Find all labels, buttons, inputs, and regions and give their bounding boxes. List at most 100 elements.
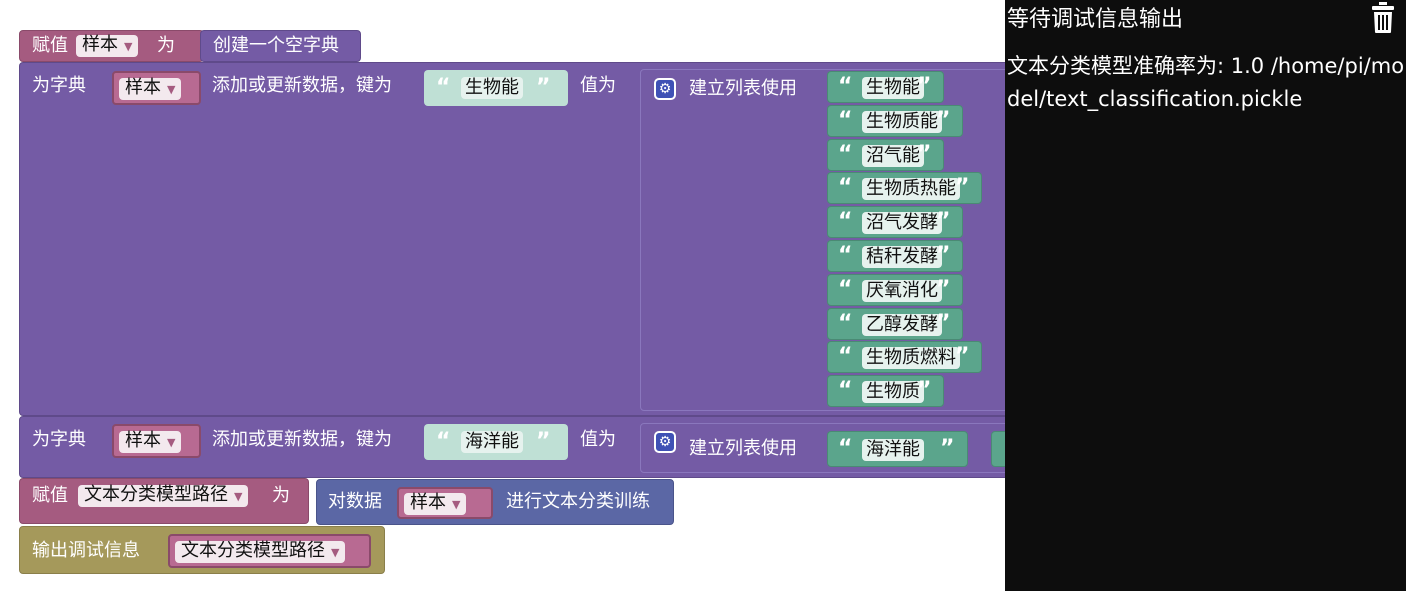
quote-close-icon: ” [936, 311, 951, 336]
gear-icon[interactable]: ⚙ [654, 431, 676, 453]
list-item-text-field[interactable]: 沼气发酵 [862, 212, 942, 234]
list-item-text-field[interactable]: 生物能 [862, 77, 924, 99]
list-item-text-field[interactable]: 海洋能 [862, 439, 924, 461]
list-item-text-field[interactable]: 生物质 [862, 381, 924, 403]
train-data-dropdown[interactable]: 样本 ▼ [397, 487, 493, 519]
quote-close-icon: ” [936, 108, 951, 133]
dict-variable-dropdown[interactable]: 样本 ▼ [112, 424, 201, 458]
dict-variable-dropdown[interactable]: 样本 ▼ [112, 71, 201, 105]
quote-open-icon: “ [436, 429, 451, 454]
quote-close-icon: ” [536, 429, 551, 454]
list-item-text-field[interactable]: 秸秆发酵 [862, 246, 942, 268]
dropdown-arrow-icon: ▼ [124, 40, 133, 53]
key-text-field[interactable]: 生物能 [461, 77, 523, 99]
list-item-text-field[interactable]: 生物质燃料 [862, 347, 960, 369]
quote-open-icon: “ [838, 436, 853, 461]
blockly-workspace[interactable]: 赋值 样本 ▼ 为 创建一个空字典 为字典 样本 ▼ 添加或更新数据，键为 “ 生物… [0, 0, 1005, 591]
quote-close-icon: ” [955, 344, 970, 369]
key-text-field[interactable]: 海洋能 [461, 431, 523, 453]
dict-prefix-label: 为字典 [32, 429, 86, 450]
dict-variable-name: 样本 [125, 77, 161, 98]
debug-output-block[interactable]: 输出调试信息 文本分类模型路径 ▼ [19, 526, 385, 574]
debug-console: 等待调试信息输出 文本分类模型准确率为: 1.0 /home/pi/model/… [1005, 0, 1406, 591]
dict-add-block-2[interactable]: 为字典 样本 ▼ 添加或更新数据，键为 “ 海洋能 ” 值为 ⚙ 建立列表使用 “… [19, 416, 1005, 478]
list-item-string-block[interactable]: “ 秸秆发酵” [827, 240, 963, 272]
variable-name: 样本 [82, 34, 118, 55]
quote-close-icon: ” [917, 378, 932, 403]
dropdown-arrow-icon: ▼ [452, 498, 461, 511]
create-empty-dict-block[interactable]: 创建一个空字典 [200, 30, 361, 62]
assign-to-label: 为 [157, 35, 175, 56]
quote-open-icon: “ [838, 243, 853, 268]
variable-field[interactable]: 样本 ▼ [76, 34, 139, 57]
quote-close-icon: ” [936, 243, 951, 268]
list-label: 建立列表使用 [689, 438, 797, 459]
assign-to-label: 为 [272, 485, 290, 506]
variable-name: 文本分类模型路径 [181, 540, 325, 561]
list-item-string-block[interactable]: “ 生物质能” [827, 105, 963, 137]
gear-icon[interactable]: ⚙ [654, 78, 676, 100]
list-item-string-block[interactable]: “ 沼气发酵” [827, 206, 963, 238]
quote-open-icon: “ [838, 209, 853, 234]
train-data-name: 样本 [410, 492, 446, 513]
list-item-string-block-partial[interactable] [991, 431, 1005, 467]
assign-variable-block[interactable]: 赋值 样本 ▼ 为 [19, 30, 204, 62]
list-item-text-field[interactable]: 生物质能 [862, 111, 942, 133]
list-item-string-block[interactable]: “ 生物质热能” [827, 172, 982, 204]
quote-close-icon: ” [917, 142, 932, 167]
list-item-string-block[interactable]: “ 海洋能 ” [827, 431, 968, 467]
model-path-variable-field[interactable]: 文本分类模型路径 ▼ [78, 484, 249, 507]
text-classification-train-block[interactable]: 对数据 样本 ▼ 进行文本分类训练 [316, 479, 674, 525]
list-item-string-block[interactable]: “ 乙醇发酵” [827, 308, 963, 340]
key-string-block[interactable]: “ 生物能 ” [424, 70, 568, 106]
quote-close-icon: ” [936, 277, 951, 302]
list-item-string-block[interactable]: “ 生物能” [827, 71, 944, 103]
dropdown-arrow-icon: ▼ [167, 83, 176, 96]
quote-open-icon: “ [838, 108, 853, 133]
dict-variable-field[interactable]: 样本 ▼ [119, 430, 182, 453]
variable-dropdown[interactable]: 样本 ▼ [76, 34, 150, 58]
list-label: 建立列表使用 [689, 78, 797, 99]
assign-model-path-block[interactable]: 赋值 文本分类模型路径 ▼ 为 [19, 478, 309, 524]
list-item-text-field[interactable]: 厌氧消化 [862, 280, 942, 302]
list-item-text-field[interactable]: 生物质热能 [862, 178, 960, 200]
train-prefix-label: 对数据 [328, 491, 382, 512]
dict-action-label: 添加或更新数据，键为 [212, 429, 392, 450]
list-item-text-field[interactable]: 乙醇发酵 [862, 314, 942, 336]
dropdown-arrow-icon: ▼ [167, 436, 176, 449]
create-list-block-2[interactable]: ⚙ 建立列表使用 “ 海洋能 ” [640, 423, 1005, 473]
quote-close-icon: ” [955, 175, 970, 200]
debug-variable-field[interactable]: 文本分类模型路径 ▼ [175, 540, 346, 563]
train-data-field[interactable]: 样本 ▼ [404, 492, 467, 515]
quote-close-icon: ” [936, 209, 951, 234]
quote-open-icon: “ [838, 378, 853, 403]
list-item-string-block[interactable]: “ 厌氧消化” [827, 274, 963, 306]
key-string-block[interactable]: “ 海洋能 ” [424, 424, 568, 460]
train-suffix-label: 进行文本分类训练 [506, 491, 650, 512]
trash-icon[interactable] [1370, 2, 1396, 34]
assign-label: 赋值 [32, 35, 68, 56]
quote-open-icon: “ [838, 142, 853, 167]
quote-close-icon: ” [917, 74, 932, 99]
value-label: 值为 [580, 75, 616, 96]
list-item-string-block[interactable]: “ 生物质” [827, 375, 944, 407]
quote-open-icon: “ [838, 175, 853, 200]
create-empty-dict-label: 创建一个空字典 [213, 35, 339, 56]
quote-close-icon: ” [536, 75, 551, 100]
quote-open-icon: “ [838, 344, 853, 369]
dict-variable-field[interactable]: 样本 ▼ [119, 77, 182, 100]
quote-open-icon: “ [838, 277, 853, 302]
list-item-string-block[interactable]: “ 沼气能” [827, 139, 944, 171]
quote-open-icon: “ [436, 75, 451, 100]
variable-name: 文本分类模型路径 [84, 484, 228, 505]
list-item-text-field[interactable]: 沼气能 [862, 145, 924, 167]
dropdown-arrow-icon: ▼ [234, 490, 243, 503]
dropdown-arrow-icon: ▼ [331, 546, 340, 559]
dict-variable-name: 样本 [125, 430, 161, 451]
list-item-string-block[interactable]: “ 生物质燃料” [827, 341, 982, 373]
debug-variable-dropdown[interactable]: 文本分类模型路径 ▼ [168, 534, 371, 568]
dict-prefix-label: 为字典 [32, 75, 86, 96]
assign-label: 赋值 [32, 485, 68, 506]
quote-close-icon: ” [940, 436, 955, 461]
dict-action-label: 添加或更新数据，键为 [212, 75, 392, 96]
